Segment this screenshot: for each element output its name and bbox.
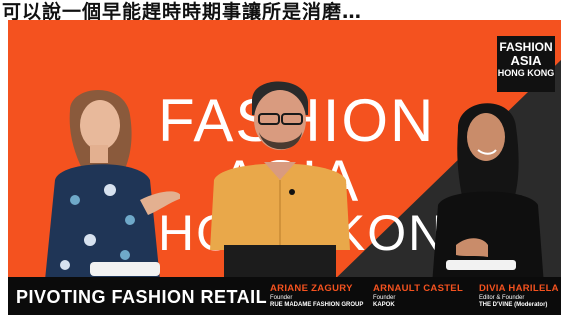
speaker-credit-2: ARNAULT CASTEL Founder KAPOK [373, 283, 463, 308]
speaker-name: ARIANE ZAGURY [270, 283, 353, 294]
speaker-name: DIVIA HARILELA [479, 283, 559, 294]
speaker-role: Founder [373, 295, 396, 301]
logo-line-2: ASIA [510, 53, 542, 68]
event-logo: FASHION ASIA HONG KONG [497, 36, 555, 92]
speaker-role: Founder [270, 295, 293, 301]
speaker-org: THE D'VINE (Moderator) [479, 302, 548, 308]
speaker-org: KAPOK [373, 302, 395, 308]
video-frame[interactable]: FASHION ASIA HONG KONG FASHION ASIA HONG… [8, 20, 561, 315]
speaker-name: ARNAULT CASTEL [373, 283, 464, 294]
speaker-role: Editor & Founder [479, 295, 525, 301]
speaker-credit-1: ARIANE ZAGURY Founder RUE MADAME FASHION… [270, 283, 363, 308]
logo-line-3: HONG KONG [497, 68, 555, 78]
speaker-center-figure [210, 81, 350, 285]
caption-strip-text: 可以說一個早能趕時時期事讓所是消磨… [2, 1, 363, 20]
session-title: PIVOTING FASHION RETAIL [16, 287, 268, 307]
speaker-credit-3: DIVIA HARILELA Editor & Founder THE D'VI… [479, 283, 559, 308]
speaker-right-figure [432, 103, 544, 285]
speaker-org: RUE MADAME FASHION GROUP [270, 302, 364, 308]
lower-third-bar: PIVOTING FASHION RETAIL ARIANE ZAGURY Fo… [8, 277, 561, 315]
speaker-left-figure [45, 90, 180, 280]
caption-strip: 可以說一個早能趕時時期事讓所是消磨… [0, 0, 563, 20]
